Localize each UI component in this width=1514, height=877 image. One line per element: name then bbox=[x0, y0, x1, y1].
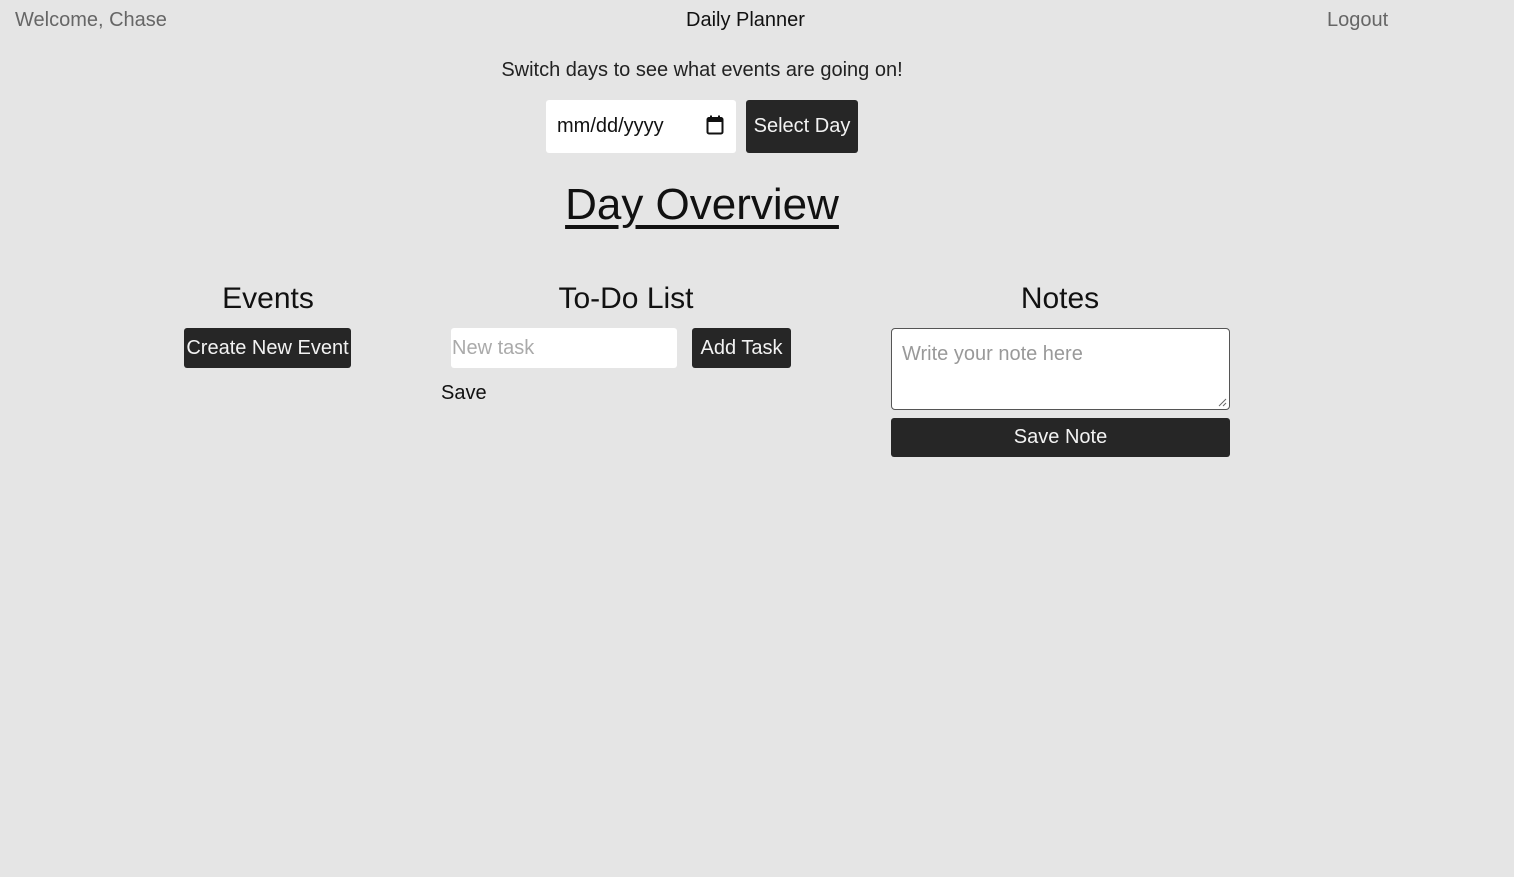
events-heading: Events bbox=[222, 282, 314, 315]
todo-heading: To-Do List bbox=[558, 282, 694, 315]
calendar-icon[interactable] bbox=[706, 115, 724, 135]
new-task-input[interactable]: New task bbox=[451, 328, 677, 368]
select-day-button[interactable]: Select Day bbox=[746, 100, 858, 153]
note-placeholder: Write your note here bbox=[902, 343, 1083, 365]
welcome-text: Welcome, Chase bbox=[15, 9, 167, 31]
add-task-button[interactable]: Add Task bbox=[692, 328, 791, 368]
top-bar: Welcome, Chase Daily Planner Logout bbox=[0, 0, 1514, 44]
notes-heading: Notes bbox=[1020, 282, 1100, 315]
page-title: Day Overview bbox=[565, 180, 839, 229]
new-task-placeholder: New task bbox=[452, 336, 535, 359]
logout-link[interactable]: Logout bbox=[1327, 9, 1388, 32]
resize-grip-icon[interactable] bbox=[1218, 398, 1227, 407]
save-note-button[interactable]: Save Note bbox=[891, 418, 1230, 457]
day-switch-prompt: Switch days to see what events are going… bbox=[501, 59, 903, 81]
note-textarea[interactable]: Write your note here bbox=[891, 328, 1230, 410]
app-title: Daily Planner bbox=[686, 9, 805, 31]
create-event-button[interactable]: Create New Event bbox=[184, 328, 351, 368]
date-placeholder: mm/dd/yyyy bbox=[557, 115, 664, 137]
date-input[interactable]: mm/dd/yyyy bbox=[546, 100, 736, 153]
save-tasks-link[interactable]: Save bbox=[441, 382, 487, 405]
